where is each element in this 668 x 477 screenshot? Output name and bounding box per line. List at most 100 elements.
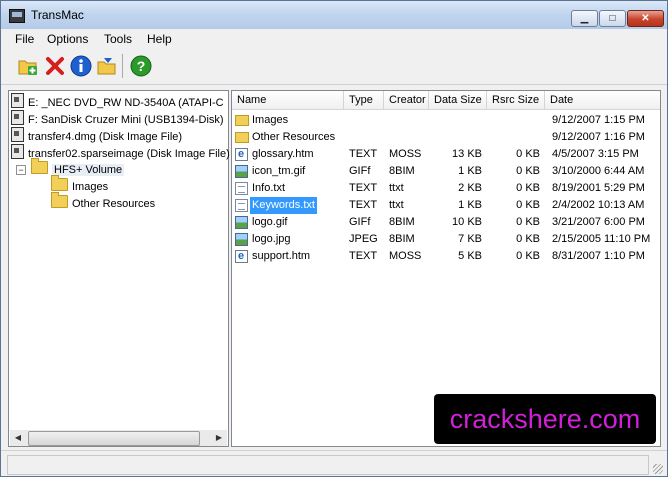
tree-item-label: Images	[72, 181, 109, 193]
cell-rsrc: 0 KB	[516, 250, 540, 262]
cell-name: Images	[252, 114, 289, 126]
cell-name: Keywords.txt	[250, 197, 317, 214]
column-header-date[interactable]: Date	[545, 91, 660, 109]
tree-item-drive-f[interactable]: F: SanDisk Cruzer Mini (USB1394-Disk)	[11, 110, 224, 126]
cell-type: TEXT	[349, 199, 378, 211]
column-header-creator[interactable]: Creator	[384, 91, 429, 109]
cell-name: Info.txt	[252, 182, 286, 194]
cell-data: 1 KB	[458, 165, 482, 177]
minimize-button[interactable]: ▁	[571, 10, 598, 27]
file-row[interactable]: Info.txt TEXT ttxt 2 KB 0 KB 8/19/2001 5:29 P…	[232, 180, 660, 197]
html-file-icon	[235, 146, 248, 163]
cell-type: JPEG	[349, 233, 378, 245]
menu-options[interactable]: Options	[47, 32, 88, 46]
collapse-toggle[interactable]: −	[16, 165, 26, 175]
image-file-icon	[235, 233, 248, 246]
folder-icon	[235, 132, 249, 143]
file-row[interactable]: Other Resources 9/12/2007 1:16 PM	[232, 129, 660, 146]
cell-creator: 8BIM	[389, 165, 415, 177]
cell-type: TEXT	[349, 148, 378, 160]
text-file-icon	[235, 182, 248, 195]
app-icon	[9, 9, 25, 23]
column-header-rsrc-size[interactable]: Rsrc Size	[487, 91, 545, 109]
column-header-data-size[interactable]: Data Size	[429, 91, 487, 109]
tree-item-label: transfer4.dmg (Disk Image File)	[28, 131, 183, 143]
scroll-right-arrow-icon[interactable]: ▶	[211, 430, 227, 446]
tree-item-drive-e[interactable]: E: _NEC DVD_RW ND-3540A (ATAPI-C	[11, 93, 224, 109]
cell-creator: MOSS	[389, 250, 422, 262]
menu-help[interactable]: Help	[147, 32, 172, 46]
toolbar: ?	[1, 48, 667, 85]
image-file-icon	[235, 216, 248, 229]
menu-tools[interactable]: Tools	[104, 32, 132, 46]
usb-drive-icon	[11, 110, 24, 125]
cell-creator: MOSS	[389, 148, 422, 160]
file-row[interactable]: Images 9/12/2007 1:15 PM	[232, 112, 660, 129]
cell-name: logo.jpg	[252, 233, 291, 245]
cell-data: 10 KB	[452, 216, 482, 228]
folder-add-icon[interactable]	[17, 55, 39, 77]
cell-date: 2/4/2002 10:13 AM	[552, 199, 645, 211]
image-file-icon	[235, 165, 248, 178]
cell-date: 3/21/2007 6:00 PM	[552, 216, 645, 228]
tree-item-hfs-volume[interactable]: HFS+ Volume	[31, 158, 125, 177]
disk-image-icon	[11, 127, 24, 142]
folder-icon	[51, 192, 68, 208]
title-bar[interactable]: TransMac ▁ □ ✕	[1, 1, 667, 29]
cell-data: 13 KB	[452, 148, 482, 160]
cell-date: 3/10/2000 6:44 AM	[552, 165, 645, 177]
column-header-type[interactable]: Type	[344, 91, 384, 109]
tree-item-label: HFS+ Volume	[52, 164, 125, 176]
svg-text:?: ?	[137, 58, 146, 74]
scroll-left-arrow-icon[interactable]: ◀	[10, 430, 26, 446]
cell-data: 7 KB	[458, 233, 482, 245]
tree-horizontal-scrollbar[interactable]: ◀ ▶	[10, 430, 227, 446]
folder-icon	[51, 175, 68, 191]
watermark: crackshere.com	[434, 394, 656, 444]
cell-date: 2/15/2005 11:10 PM	[552, 233, 651, 245]
close-button[interactable]: ✕	[627, 10, 664, 27]
tree-item-label: transfer02.sparseimage (Disk Image File)	[28, 148, 230, 160]
cell-name: support.htm	[252, 250, 311, 262]
disk-image-icon	[11, 144, 24, 159]
cell-data: 2 KB	[458, 182, 482, 194]
file-row[interactable]: logo.gif GIFf 8BIM 10 KB 0 KB 3/21/2007 6:00 …	[232, 214, 660, 231]
cell-name: logo.gif	[252, 216, 288, 228]
tree-item-transfer4[interactable]: transfer4.dmg (Disk Image File)	[11, 127, 182, 143]
scroll-thumb[interactable]	[28, 431, 200, 446]
maximize-button[interactable]: □	[599, 10, 626, 27]
cell-date: 9/12/2007 1:16 PM	[552, 131, 645, 143]
tree-item-label: E: _NEC DVD_RW ND-3540A (ATAPI-C	[28, 97, 224, 109]
tree-item-transfer02[interactable]: transfer02.sparseimage (Disk Image File)	[11, 144, 230, 160]
file-row[interactable]: support.htm TEXT MOSS 5 KB 0 KB 8/31/2007 1:1…	[232, 248, 660, 265]
cell-data: 1 KB	[458, 199, 482, 211]
cell-rsrc: 0 KB	[516, 148, 540, 160]
toolbar-separator	[122, 54, 123, 78]
menu-file[interactable]: File	[15, 32, 34, 46]
html-file-icon	[235, 248, 248, 265]
tree-item-other-resources[interactable]: Other Resources	[51, 192, 155, 211]
cell-date: 8/31/2007 1:10 PM	[552, 250, 645, 262]
file-row[interactable]: logo.jpg JPEG 8BIM 7 KB 0 KB 2/15/2005 11:10 …	[232, 231, 660, 248]
file-row[interactable]: Keywords.txt TEXT ttxt 1 KB 0 KB 2/4/2002 10:…	[232, 197, 660, 214]
text-file-icon	[235, 199, 248, 212]
help-icon[interactable]: ?	[130, 55, 152, 77]
folder-icon	[31, 158, 48, 174]
cell-type: TEXT	[349, 250, 378, 262]
resize-grip-icon[interactable]	[653, 464, 663, 474]
file-row[interactable]: icon_tm.gif GIFf 8BIM 1 KB 0 KB 3/10/2000 6:4…	[232, 163, 660, 180]
folder-tree-pane[interactable]: E: _NEC DVD_RW ND-3540A (ATAPI-C F: SanD…	[8, 90, 230, 447]
cell-rsrc: 0 KB	[516, 199, 540, 211]
cell-date: 8/19/2001 5:29 PM	[552, 182, 645, 194]
cell-name: Other Resources	[252, 131, 336, 143]
tree-item-images[interactable]: Images	[51, 175, 109, 194]
column-header-name[interactable]: Name	[232, 91, 344, 109]
cell-rsrc: 0 KB	[516, 165, 540, 177]
column-header-row: Name Type Creator Data Size Rsrc Size Da…	[232, 91, 660, 110]
cell-name: icon_tm.gif	[252, 165, 306, 177]
folder-extract-icon[interactable]	[96, 55, 118, 77]
file-row[interactable]: glossary.htm TEXT MOSS 13 KB 0 KB 4/5/2007 3:…	[232, 146, 660, 163]
delete-x-icon[interactable]	[44, 55, 66, 77]
cell-creator: ttxt	[389, 199, 404, 211]
info-icon[interactable]	[70, 55, 92, 77]
